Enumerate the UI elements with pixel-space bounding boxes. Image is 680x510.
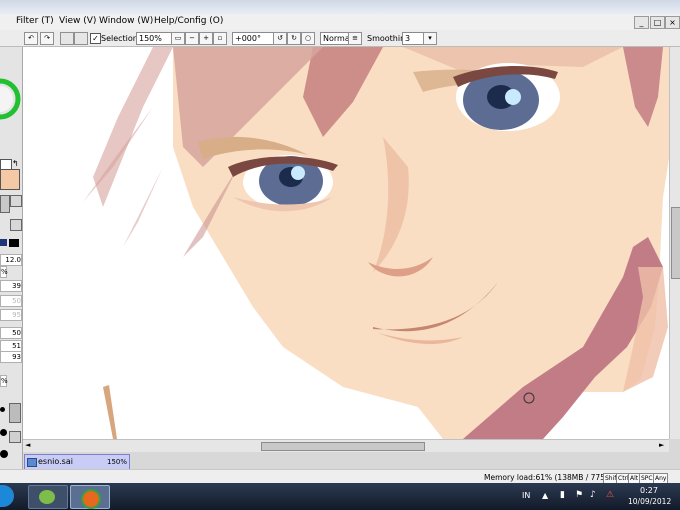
rotation-field[interactable]: +000° [232,32,274,45]
horizontal-scroll-thumb[interactable] [261,442,425,451]
menu-filter[interactable]: Filter (T) [16,16,54,26]
clock-date[interactable]: 10/09/2012 [628,497,671,506]
paint-tool-sai-icon [81,489,101,509]
persistence-field[interactable]: 50 [0,327,22,339]
percent-field[interactable]: % [0,375,8,387]
swap-colors-icon[interactable]: ↰ [12,159,19,168]
messenger-icon [39,490,55,504]
eraser-tool-icon[interactable] [10,195,22,207]
brush-tool-icon[interactable] [0,195,10,213]
smoothing-field[interactable]: 3 [402,32,424,45]
vertical-scrollbar[interactable] [669,47,680,439]
scroll-left-icon[interactable]: ◄ [25,441,30,449]
min-size-field[interactable]: % [0,266,8,278]
zoom-field[interactable]: 150% [136,32,174,45]
smoothing-dropdown-icon[interactable]: ▾ [423,32,437,45]
tool-panel: ↰ 12.0 % 39 50 95 50 51 93 % [0,47,23,470]
power-icon[interactable]: ⚠ [606,490,614,500]
redo-icon[interactable]: ↷ [40,32,54,45]
density-field[interactable]: 39 [0,280,22,292]
horizontal-scrollbar[interactable]: ◄ ► [23,439,669,452]
undo-icon[interactable]: ↶ [24,32,38,45]
close-button[interactable]: × [665,16,680,29]
zoom-fit-icon[interactable]: ▭ [171,32,185,45]
language-indicator[interactable]: IN [522,491,530,500]
selection-checkbox[interactable]: ✓ [90,33,101,44]
brush-preview-slot[interactable] [9,431,21,443]
artwork-face [83,47,677,439]
rotate-reset-icon[interactable]: ○ [301,32,315,45]
image-file-icon [27,458,37,467]
brush-shape-icon[interactable] [9,239,19,247]
drawing-canvas[interactable] [23,47,677,439]
invert-selection-icon[interactable] [74,32,88,45]
menu-view[interactable]: View (V) [59,16,96,26]
menu-help-config[interactable]: Help/Config (O) [154,16,223,26]
brush-preview-slot[interactable] [9,403,21,423]
document-zoom: 150% [107,458,128,466]
zoom-reset-icon[interactable]: ▫ [213,32,227,45]
dilution-field[interactable]: 95 [0,309,22,321]
brush-dot-medium-icon[interactable] [0,429,7,436]
volume-icon[interactable]: ♪ [590,490,596,500]
flag-icon[interactable]: ⚑ [575,490,583,500]
toolbar: ↶ ↷ ✓ Selection 150% ▭ − + ▫ +000° ↺ ↻ ○… [0,30,680,47]
document-filename: esnio.sai [38,457,73,466]
taskbar-app-button[interactable] [28,485,68,509]
menu-bar: Filter (T) View (V) Window (W) Help/Conf… [0,0,680,31]
document-tab[interactable]: esnio.sai 150% [24,454,130,470]
vertical-scroll-thumb[interactable] [671,207,680,279]
taskbar-app-button-active[interactable] [70,485,110,509]
quality-field[interactable]: 93 [0,351,22,363]
taskbar: IN ▲ ▮ ⚑ ♪ ⚠ 0:27 10/09/2012 [0,483,680,510]
zoom-in-icon[interactable]: + [199,32,213,45]
window-title-strip [0,0,680,14]
rotate-left-icon[interactable]: ↺ [273,32,287,45]
zoom-out-icon[interactable]: − [185,32,199,45]
rotate-right-icon[interactable]: ↻ [287,32,301,45]
status-bar: Memory load:61% (138MB / 775MB) Shift Ct… [0,469,680,484]
stabilizer-icon[interactable]: ≡ [348,32,362,45]
brush-dot-large-icon[interactable] [0,450,8,458]
blend-mode-field[interactable]: Normal [320,32,352,45]
menu-window[interactable]: Window (W) [99,16,153,26]
minimize-button[interactable]: _ [634,16,649,29]
skype-icon[interactable] [0,485,14,507]
memory-load-text: Memory load:61% (138MB / 775MB) [484,473,620,482]
maximize-button[interactable]: □ [650,16,665,29]
brush-size-field[interactable]: 12.0 [0,254,22,266]
show-hidden-icons-icon[interactable]: ▲ [542,491,548,500]
network-icon[interactable]: ▮ [560,490,565,500]
foreground-color-swatch[interactable] [0,169,20,190]
clock-time[interactable]: 0:27 [640,486,658,495]
brush-shape-icon[interactable] [0,239,7,246]
brush-dot-small-icon[interactable] [0,407,5,412]
blending-field[interactable]: 50 [0,295,22,307]
tool-slot-icon[interactable] [10,219,22,231]
selection-label: Selection [101,34,138,43]
scroll-right-icon[interactable]: ► [659,441,664,449]
deselect-icon[interactable] [60,32,74,45]
